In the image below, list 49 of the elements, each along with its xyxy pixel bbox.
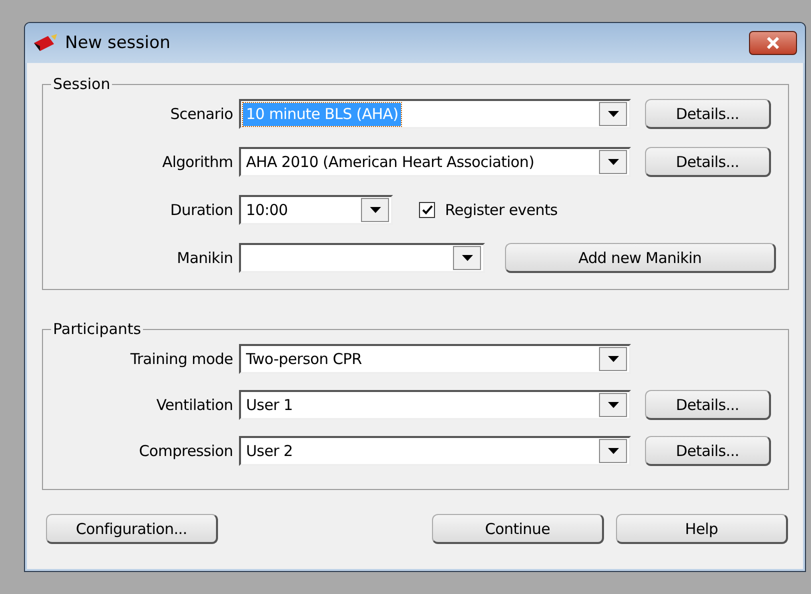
field-label: Duration: [169, 201, 234, 219]
dropdown-value: User 1: [245, 394, 294, 416]
configuration-button[interactable]: Configuration...: [46, 514, 218, 544]
caret-icon: [608, 402, 618, 408]
dropdown-field[interactable]: User 2: [239, 436, 631, 466]
dropdown-value: 10:00: [245, 200, 289, 220]
dropdown-value: Two-person CPR: [245, 348, 363, 370]
field-label: Training mode: [129, 350, 234, 368]
field-label: Manikin: [176, 249, 234, 267]
dropdown-arrow-button[interactable]: [599, 102, 627, 126]
field-label: Ventilation: [155, 396, 234, 414]
dropdown-field[interactable]: User 1: [239, 390, 631, 420]
caret-icon: [608, 159, 618, 165]
dropdown-value: AHA 2010 (American Heart Association): [245, 152, 536, 172]
details-button[interactable]: Details...: [645, 147, 771, 177]
checkbox-label: Register events: [445, 201, 558, 219]
details-button[interactable]: Details...: [645, 390, 771, 420]
dropdown-arrow-button[interactable]: [599, 150, 627, 174]
dropdown-arrow-button[interactable]: [599, 439, 627, 463]
dropdown-arrow-button[interactable]: [361, 198, 389, 222]
dropdown-value: User 2: [245, 440, 294, 462]
dropdown-field[interactable]: AHA 2010 (American Heart Association): [239, 147, 631, 177]
dropdown-field[interactable]: [239, 243, 485, 273]
caret-icon: [462, 255, 472, 261]
caret-icon: [608, 448, 618, 454]
checkbox[interactable]: [419, 202, 435, 218]
help-button[interactable]: Help: [616, 514, 788, 544]
dropdown-value: 10 minute BLS (AHA): [243, 102, 402, 126]
details-button[interactable]: Details...: [645, 436, 771, 466]
app-icon: [33, 34, 59, 52]
caret-icon: [370, 207, 380, 213]
window-title: New session: [65, 33, 172, 53]
dropdown-field[interactable]: Two-person CPR: [239, 344, 631, 374]
caret-icon: [608, 111, 618, 117]
caret-icon: [608, 356, 618, 362]
add-button[interactable]: Add new Manikin: [505, 243, 776, 273]
continue-button[interactable]: Continue: [432, 514, 604, 544]
field-label: Compression: [138, 442, 234, 460]
field-label: Algorithm: [161, 153, 234, 171]
dropdown-arrow-button[interactable]: [599, 393, 627, 417]
close-icon: [766, 37, 780, 49]
dropdown-field[interactable]: 10:00: [239, 195, 393, 225]
close-button[interactable]: [749, 31, 797, 55]
dropdown-arrow-button[interactable]: [599, 347, 627, 371]
group-title: Session: [52, 75, 112, 93]
details-button[interactable]: Details...: [645, 99, 771, 129]
group-title: Participants: [52, 320, 142, 338]
dropdown-arrow-button[interactable]: [453, 246, 481, 270]
field-label: Scenario: [169, 105, 234, 123]
